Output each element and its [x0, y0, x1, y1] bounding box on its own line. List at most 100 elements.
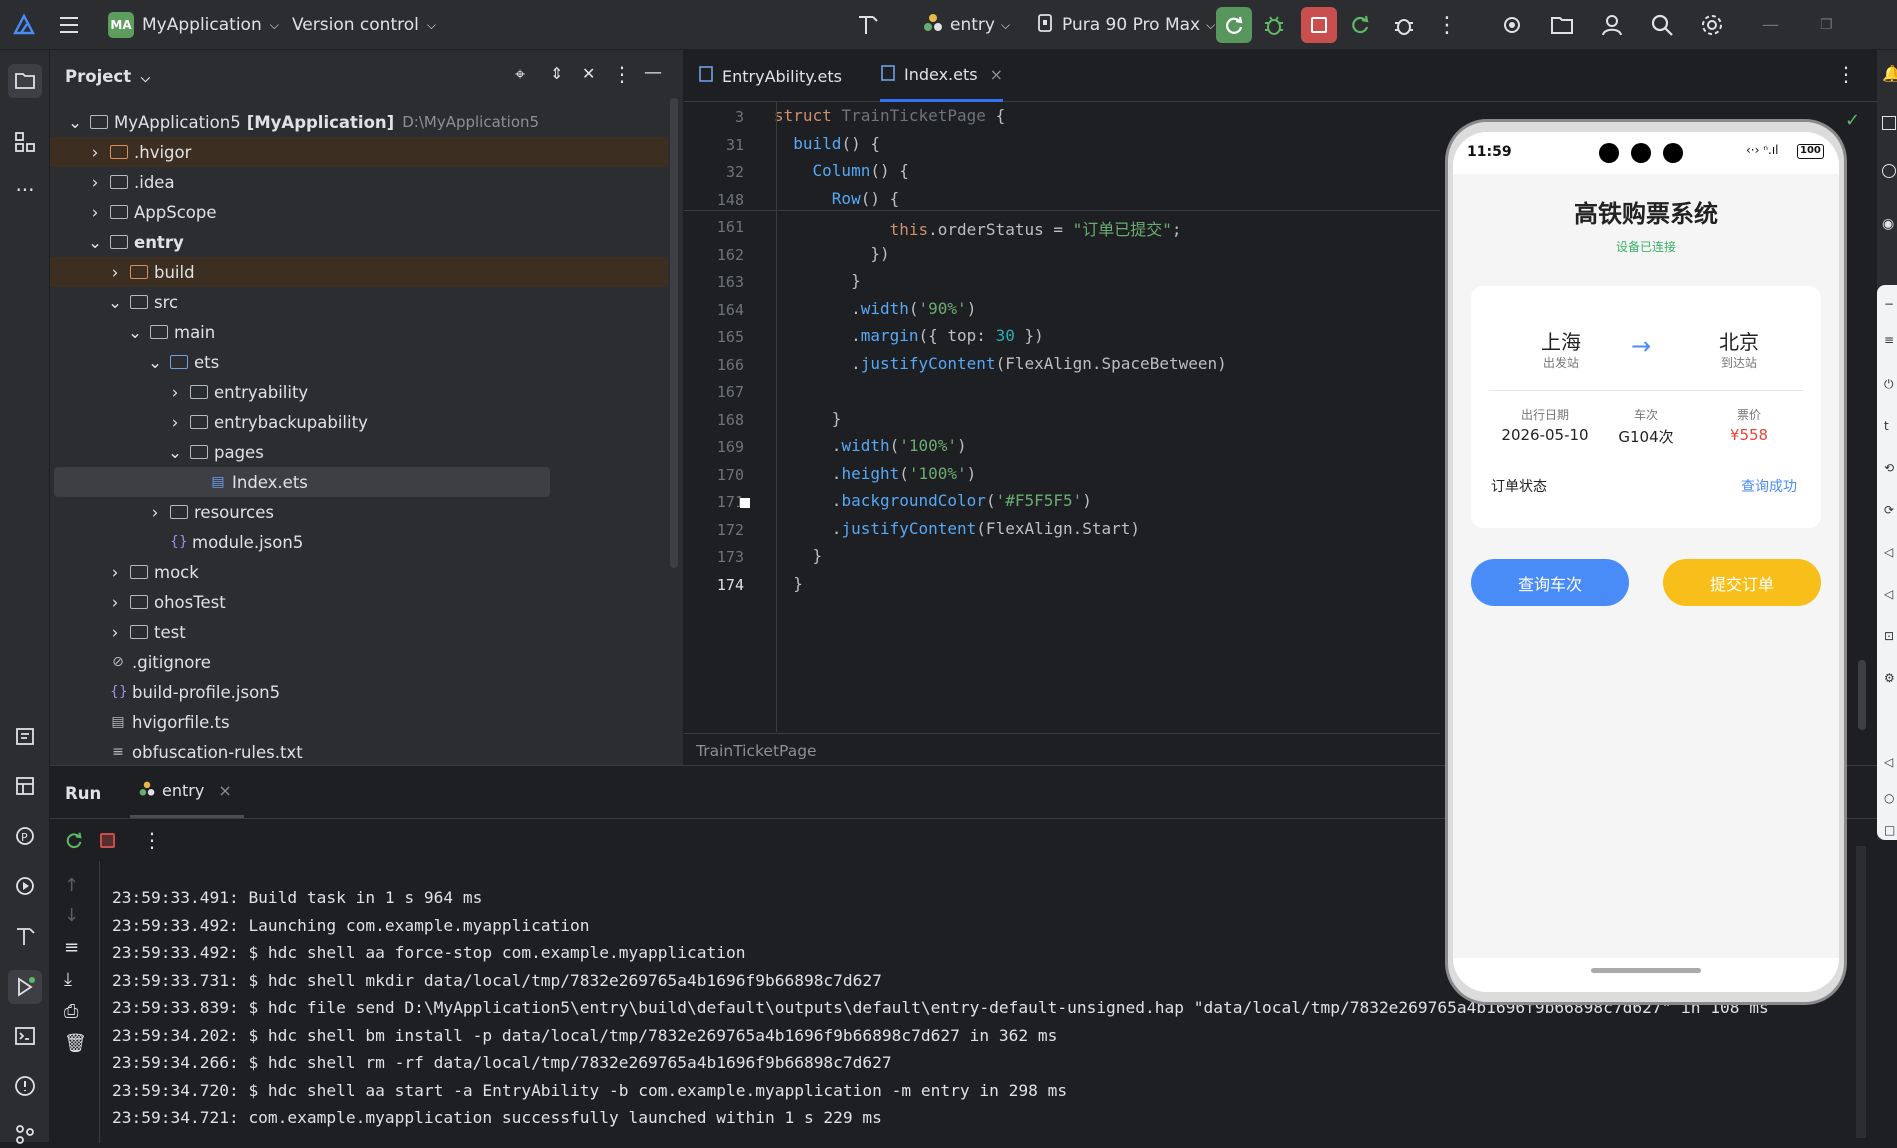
tree-item[interactable]: ⊘ .gitignore — [50, 647, 668, 677]
emulator-screenshot-icon[interactable]: ⊡ — [1884, 629, 1894, 643]
chevron-down-icon[interactable]: ⌄ — [108, 293, 122, 312]
scroll-down-icon[interactable]: ↓ — [64, 905, 79, 926]
emulator-volume-up-icon[interactable]: ◁ — [1884, 545, 1893, 559]
chevron-down-icon[interactable]: ⌄ — [88, 233, 102, 252]
device-manager-icon[interactable] — [1500, 0, 1524, 50]
tree-item[interactable]: › mock — [50, 557, 668, 587]
emulator-power-icon[interactable]: ⏻ — [1884, 377, 1894, 392]
tree-item[interactable]: ▤ Index.ets — [54, 467, 550, 497]
chevron-right-icon[interactable]: › — [108, 263, 122, 282]
stop-icon[interactable] — [100, 833, 115, 848]
code-line[interactable]: struct TrainTicketPage { — [774, 106, 1005, 125]
code-line[interactable]: .margin({ top: 30 }) — [774, 326, 1044, 345]
emulator-home-icon[interactable]: ○ — [1884, 791, 1894, 805]
rerun-button[interactable] — [1216, 0, 1252, 50]
layout-tool-icon[interactable] — [11, 772, 39, 800]
code-line[interactable]: Row() { — [774, 189, 899, 208]
chevron-right-icon[interactable]: › — [88, 173, 102, 192]
main-menu-icon[interactable] — [58, 0, 80, 50]
code-line[interactable]: } — [774, 574, 803, 593]
tree-item[interactable]: ⌄ ets — [50, 347, 668, 377]
emulator-back-icon[interactable]: ◁ — [1884, 755, 1893, 769]
code-line[interactable]: .width('100%') — [774, 436, 967, 455]
code-line[interactable]: .justifyContent(FlexAlign.SpaceBetween) — [774, 354, 1227, 373]
tree-item[interactable]: › resources — [50, 497, 668, 527]
scroll-up-icon[interactable]: ↑ — [64, 875, 79, 896]
tree-item[interactable]: ▤ hvigorfile.ts — [50, 707, 668, 737]
problems-tool-icon[interactable] — [11, 1072, 39, 1100]
build-tool-icon[interactable] — [11, 922, 39, 950]
attach-debugger-icon[interactable] — [1392, 0, 1416, 50]
more-actions-icon[interactable]: ⋮ — [1436, 0, 1458, 50]
code-line[interactable]: .width('90%') — [774, 299, 976, 318]
chevron-down-icon[interactable]: ⌄ — [128, 323, 142, 342]
build-hammer-icon[interactable] — [855, 0, 881, 50]
account-icon[interactable] — [1600, 0, 1624, 50]
chevron-right-icon[interactable]: › — [88, 143, 102, 162]
print-icon[interactable]: ⎙ — [64, 1001, 78, 1022]
tree-item[interactable]: › ohosTest — [50, 587, 668, 617]
terminal-tool-icon[interactable] — [11, 1022, 39, 1050]
rerun-icon[interactable] — [64, 830, 84, 854]
project-scrollbar[interactable] — [670, 98, 678, 568]
emulator-text-icon[interactable]: t — [1884, 419, 1889, 433]
emulator-settings-icon[interactable]: ⚙ — [1884, 671, 1895, 685]
chevron-down-icon[interactable]: ⌄ — [168, 443, 182, 462]
tree-item[interactable]: ⌄ main — [50, 317, 668, 347]
tree-root-row[interactable]: ⌄ MyApplication5 [MyApplication] D:\MyAp… — [50, 107, 668, 137]
tree-item[interactable]: › .idea — [50, 167, 668, 197]
tree-item[interactable]: ⌄ pages — [50, 437, 668, 467]
code-line[interactable]: build() { — [774, 134, 880, 153]
run-config-selector[interactable]: entry ⌵ — [922, 0, 1010, 50]
clear-all-icon[interactable]: 🗑 — [64, 1033, 87, 1054]
query-trains-button[interactable]: 查询车次 — [1471, 559, 1629, 606]
emulator-rotate-icon[interactable]: ⟲ — [1884, 461, 1894, 475]
project-tool-icon[interactable] — [8, 64, 42, 98]
run-options-icon[interactable]: ⋮ — [142, 828, 162, 852]
profiler-tool-icon[interactable]: P — [11, 822, 39, 850]
tree-item[interactable]: {} module.json5 — [50, 527, 668, 557]
chevron-right-icon[interactable]: › — [108, 623, 122, 642]
tab-entryability[interactable]: EntryAbility.ets — [698, 50, 842, 102]
chevron-right-icon[interactable]: › — [108, 563, 122, 582]
git-tool-icon[interactable] — [11, 1120, 39, 1148]
todo-tool-icon[interactable] — [11, 722, 39, 750]
breadcrumb[interactable]: TrainTicketPage — [684, 733, 1440, 765]
code-line[interactable]: .height('100%') — [774, 464, 977, 483]
tree-item[interactable]: ⌄ entry — [50, 227, 668, 257]
locate-file-icon[interactable]: ⌖ — [515, 64, 525, 85]
debug-icon[interactable] — [1262, 0, 1286, 50]
chevron-right-icon[interactable]: › — [168, 383, 182, 402]
code-line[interactable]: }) — [774, 244, 889, 263]
emulator-recent-icon[interactable]: □ — [1884, 823, 1895, 837]
tree-item[interactable]: › test — [50, 617, 668, 647]
version-control-menu[interactable]: Version control ⌵ — [292, 0, 436, 50]
tree-item[interactable]: › entrybackupability — [50, 407, 668, 437]
scroll-to-end-icon[interactable]: ⤓ — [64, 969, 72, 990]
chevron-right-icon[interactable]: › — [88, 203, 102, 222]
code-line[interactable]: .backgroundColor('#F5F5F5') — [774, 491, 1092, 510]
chevron-right-icon[interactable]: › — [148, 503, 162, 522]
console-scrollbar[interactable] — [1856, 846, 1866, 1138]
tree-item[interactable]: › .hvigor — [50, 137, 668, 167]
emulator-menu-icon[interactable]: ≡ — [1884, 333, 1894, 347]
folder-sync-icon[interactable] — [1550, 0, 1576, 50]
expand-all-icon[interactable]: ⇕ — [550, 64, 563, 83]
code-line[interactable]: .justifyContent(FlexAlign.Start) — [774, 519, 1140, 538]
emulator-rotate-right-icon[interactable]: ⟳ — [1884, 503, 1894, 517]
soft-wrap-icon[interactable]: ≡ — [64, 937, 79, 958]
previewer-icon[interactable] — [1882, 116, 1896, 130]
device-selector[interactable]: Pura 90 Pro Max ⌵ — [1036, 0, 1215, 50]
minimize-icon[interactable]: — — [1762, 0, 1779, 50]
panel-options-icon[interactable]: ⋮ — [612, 62, 632, 86]
chevron-right-icon[interactable]: › — [168, 413, 182, 432]
collapse-all-icon[interactable]: ✕ — [582, 64, 595, 83]
chevron-down-icon[interactable]: ⌄ — [148, 353, 162, 372]
inspector-icon[interactable] — [1882, 164, 1896, 178]
project-switcher[interactable]: MA MyApplication ⌵ — [108, 0, 279, 50]
tree-item[interactable]: › build — [50, 257, 668, 287]
tree-item[interactable]: {} build-profile.json5 — [50, 677, 668, 707]
tree-item[interactable]: › AppScope — [50, 197, 668, 227]
code-line[interactable]: this.orderStatus = "订单已提交"; — [774, 216, 1182, 240]
stop-button[interactable] — [1301, 0, 1337, 50]
